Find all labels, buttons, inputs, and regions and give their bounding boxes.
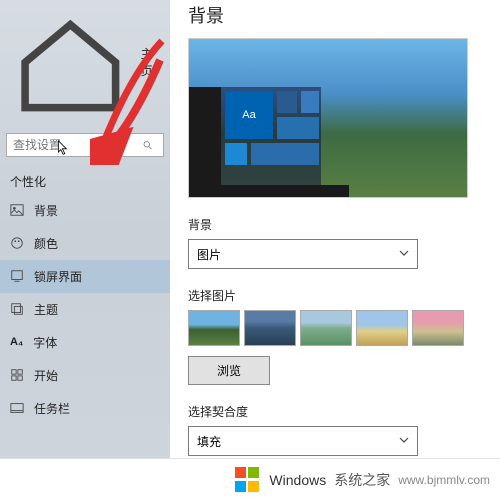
section-personalization: 个性化 xyxy=(0,165,170,194)
preview-startmenu xyxy=(189,87,221,185)
nav-label: 颜色 xyxy=(34,235,58,252)
footer-url: www.bjmmlv.com xyxy=(398,473,490,487)
chevron-down-icon xyxy=(399,434,409,448)
page-title: 背景 xyxy=(188,0,482,38)
taskbar-icon xyxy=(10,401,24,415)
chevron-down-icon xyxy=(399,247,409,261)
settings-sidebar: 主页 个性化 背景 颜色 锁屏界面 主题 A₄ 字体 开始 任务栏 xyxy=(0,0,170,460)
sidebar-item-themes[interactable]: 主题 xyxy=(0,293,170,326)
theme-icon xyxy=(10,302,24,316)
footer-brand2: 系统之家 xyxy=(334,470,390,490)
preview-tile xyxy=(225,143,247,165)
nav-label: 锁屏界面 xyxy=(34,268,82,285)
nav-label: 任务栏 xyxy=(34,400,70,417)
image-icon xyxy=(10,203,24,217)
select-value: 填充 xyxy=(197,433,221,450)
picture-thumbnails xyxy=(188,310,482,346)
lockscreen-icon xyxy=(10,269,24,283)
nav-label: 字体 xyxy=(33,334,57,351)
picture-thumb-5[interactable] xyxy=(412,310,464,346)
preview-taskbar xyxy=(189,185,349,197)
picture-thumb-4[interactable] xyxy=(356,310,408,346)
sidebar-item-taskbar[interactable]: 任务栏 xyxy=(0,392,170,425)
choose-picture-label: 选择图片 xyxy=(188,287,482,304)
nav-label: 背景 xyxy=(34,202,58,219)
preview-tile xyxy=(277,117,319,139)
sidebar-item-background[interactable]: 背景 xyxy=(0,194,170,227)
footer-brand1: Windows xyxy=(269,472,326,488)
font-icon: A₄ xyxy=(10,336,23,348)
background-preview: Aa xyxy=(188,38,468,198)
preview-tile-sample: Aa xyxy=(225,91,273,139)
home-label: 主页 xyxy=(141,45,160,79)
picture-thumb-2[interactable] xyxy=(244,310,296,346)
search-icon xyxy=(142,139,153,151)
preview-desktop: Aa xyxy=(189,87,349,197)
picture-thumb-3[interactable] xyxy=(300,310,352,346)
palette-icon xyxy=(10,236,24,250)
browse-button[interactable]: 浏览 xyxy=(188,356,270,385)
sidebar-item-start[interactable]: 开始 xyxy=(0,359,170,392)
preview-tile xyxy=(301,91,319,113)
preview-tile xyxy=(277,91,297,113)
nav-label: 主题 xyxy=(34,301,58,318)
main-content: 背景 Aa 背景 图片 选择图片 浏览 选择契合度 填充 xyxy=(170,0,500,460)
sidebar-item-home[interactable]: 主页 xyxy=(0,0,170,129)
sidebar-item-colors[interactable]: 颜色 xyxy=(0,227,170,260)
start-icon xyxy=(10,368,24,382)
preview-tile xyxy=(251,143,319,165)
fit-select[interactable]: 填充 xyxy=(188,426,418,456)
sidebar-item-lockscreen[interactable]: 锁屏界面 xyxy=(0,260,170,293)
nav-label: 开始 xyxy=(34,367,58,384)
picture-thumb-1[interactable] xyxy=(188,310,240,346)
search-input-container[interactable] xyxy=(6,133,164,157)
watermark-footer: Windows 系统之家 www.bjmmlv.com xyxy=(0,458,500,500)
background-type-select[interactable]: 图片 xyxy=(188,239,418,269)
windows-logo-icon xyxy=(235,467,261,493)
search-input[interactable] xyxy=(13,138,142,152)
fit-label: 选择契合度 xyxy=(188,403,482,420)
home-icon xyxy=(10,2,131,123)
preview-tiles: Aa xyxy=(221,87,321,185)
select-value: 图片 xyxy=(197,246,221,263)
sidebar-item-fonts[interactable]: A₄ 字体 xyxy=(0,326,170,359)
background-dropdown-label: 背景 xyxy=(188,216,482,233)
